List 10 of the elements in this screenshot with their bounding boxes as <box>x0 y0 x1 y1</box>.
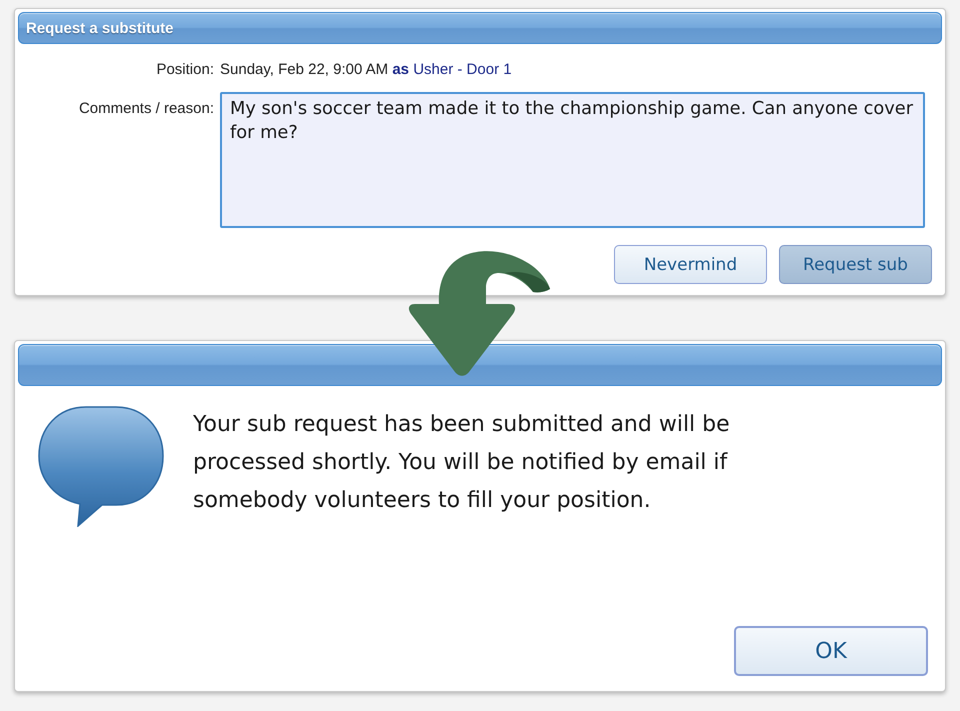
speech-bubble-icon <box>38 406 164 527</box>
position-value: Sunday, Feb 22, 9:00 AM as Usher - Door 1 <box>220 60 513 80</box>
comments-label: Comments / reason: <box>78 99 214 119</box>
dialog-title: Request a substitute <box>26 20 174 36</box>
request-sub-button[interactable]: Request sub <box>779 245 932 284</box>
confirmation-message: Your sub request has been submitted and will be processed shortly. You will be notified by email if somebody volunteers to fill your position. <box>193 411 731 515</box>
ok-button[interactable]: OK <box>734 626 928 676</box>
position-label: Position: <box>155 60 214 80</box>
nevermind-button[interactable]: Nevermind <box>614 245 767 284</box>
comments-field[interactable]: My son's soccer team made it to the championship game. Can anyone cover for me? <box>220 92 925 228</box>
